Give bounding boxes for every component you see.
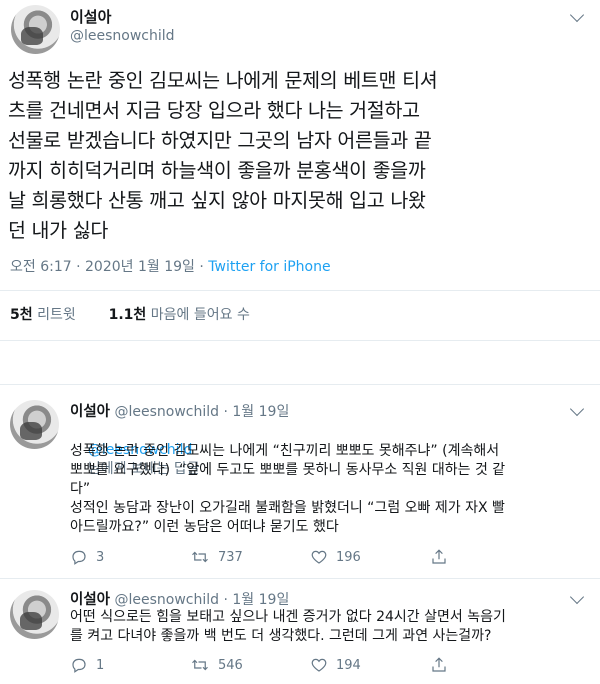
avatar[interactable] (10, 590, 59, 639)
retweet-icon (192, 659, 208, 671)
chevron-down-icon[interactable] (569, 401, 585, 417)
share-button[interactable] (430, 656, 550, 674)
retweet-count: 737 (218, 549, 243, 565)
chevron-down-icon[interactable] (569, 589, 585, 605)
reply-header: 이설아 @leesnowchild · 1월 19일 (70, 588, 289, 609)
reply-tweet[interactable]: 이설아 @leesnowchild · 1월 19일 어떤 식으로든 힘을 보태… (0, 578, 600, 684)
meta-separator: · (76, 259, 81, 275)
reply-date[interactable]: 1월 19일 (232, 592, 289, 608)
tweet-date[interactable]: 2020년 1월 19일 (85, 259, 195, 275)
meta-separator: · (223, 404, 228, 420)
likes-stat[interactable]: 1.1천 마음에 들어요 수 (109, 307, 250, 323)
reply-header: 이설아 @leesnowchild · 1월 19일 (70, 400, 289, 421)
reply-tweet[interactable]: 이설아 @leesnowchild · 1월 19일 @leesnowchild… (0, 384, 600, 578)
retweet-button[interactable]: 546 (190, 656, 310, 674)
chevron-down-icon[interactable] (569, 7, 585, 23)
tweet-meta: 오전 6:17 · 2020년 1월 19일 · Twitter for iPh… (10, 256, 331, 276)
reply-count: 3 (96, 549, 105, 565)
reply-button[interactable]: 3 (70, 548, 190, 566)
display-name[interactable]: 이설아 (70, 592, 110, 608)
handle[interactable]: @leesnowchild (114, 592, 219, 608)
like-count: 196 (336, 549, 361, 565)
meta-separator: · (223, 592, 228, 608)
retweets-count: 5천 (10, 307, 33, 323)
reply-icon (72, 658, 86, 673)
retweet-count: 546 (218, 657, 243, 673)
tweet-source[interactable]: Twitter for iPhone (208, 259, 330, 275)
divider (0, 340, 600, 341)
heart-icon (311, 658, 327, 672)
heart-icon (311, 550, 327, 564)
display-name[interactable]: 이설아 (70, 6, 111, 27)
reply-text: 성폭행 논란 중인 김모씨는 나에게 “친구끼리 뽀뽀도 못해주냐” (계속해서… (70, 443, 506, 535)
share-icon (432, 549, 446, 564)
reply-count: 1 (96, 657, 105, 673)
display-name[interactable]: 이설아 (70, 404, 110, 420)
share-button[interactable] (430, 548, 550, 566)
handle[interactable]: @leesnowchild (70, 28, 175, 44)
like-count: 194 (336, 657, 361, 673)
reply-button[interactable]: 1 (70, 656, 190, 674)
avatar[interactable] (10, 400, 59, 449)
share-icon (432, 657, 446, 672)
like-button[interactable]: 196 (310, 548, 430, 566)
likes-label: 마음에 들어요 수 (150, 307, 250, 323)
action-bar: 3 737 196 (70, 548, 550, 566)
reply-date[interactable]: 1월 19일 (232, 404, 289, 420)
handle[interactable]: @leesnowchild (114, 404, 219, 420)
likes-count: 1.1천 (108, 307, 147, 323)
reply-icon (72, 550, 86, 565)
divider (0, 290, 600, 291)
tweet-text: 성폭행 논란 중인 김모씨는 나에게 문제의 베트맨 티셔 츠를 건네면서 지금… (8, 69, 438, 242)
tweet-time[interactable]: 오전 6:17 (10, 259, 72, 275)
retweets-label: 리트윗 (37, 307, 76, 323)
retweets-stat[interactable]: 5천 리트윗 (10, 307, 76, 323)
reply-text: 어떤 식으로든 힘을 보태고 싶으나 내겐 증거가 없다 24시간 살면서 녹음… (70, 609, 506, 644)
retweet-icon (192, 551, 208, 563)
tweet-stats: 5천 리트윗 1.1천 마음에 들어요 수 (10, 304, 250, 324)
like-button[interactable]: 194 (310, 656, 430, 674)
avatar[interactable] (11, 5, 60, 54)
meta-separator: · (199, 259, 204, 275)
retweet-button[interactable]: 737 (190, 548, 310, 566)
action-bar: 1 546 194 (70, 656, 550, 674)
